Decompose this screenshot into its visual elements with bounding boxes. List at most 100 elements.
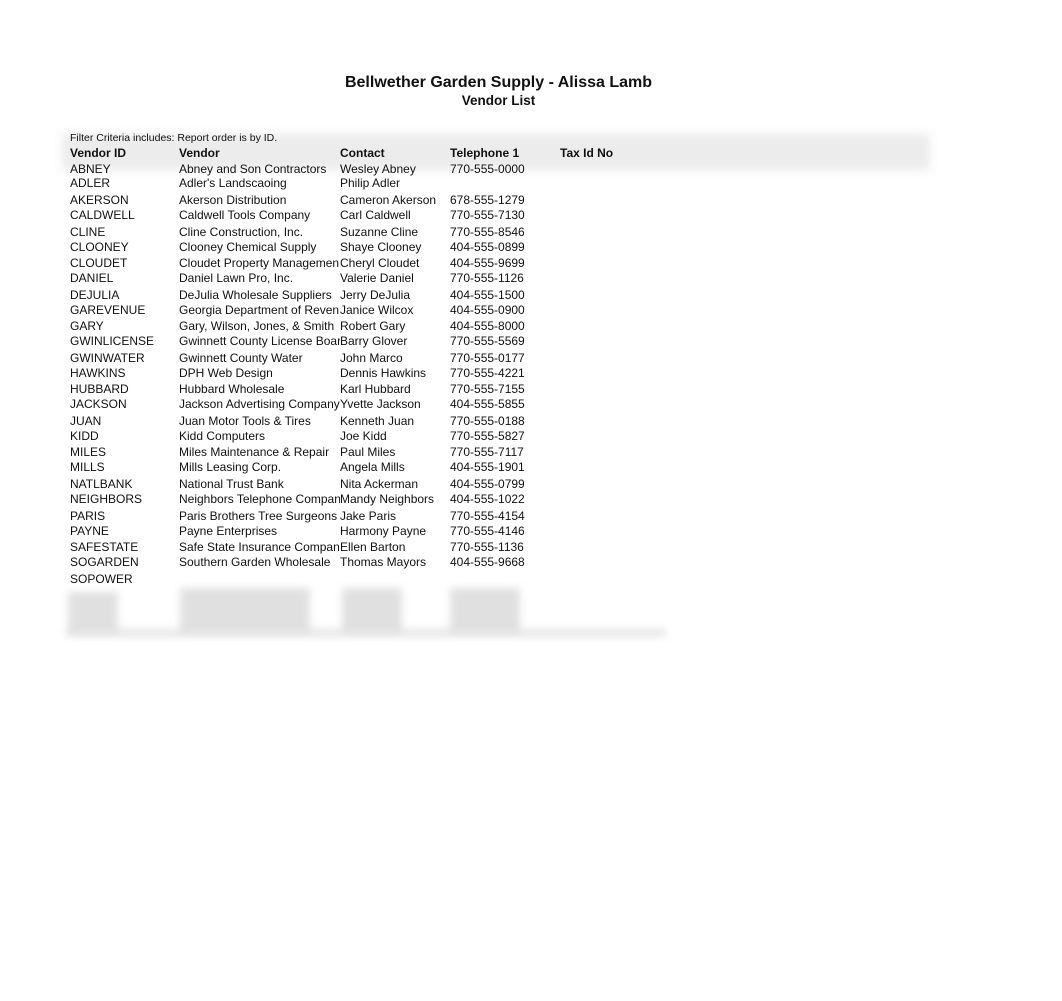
contact-cell: Joe Kidd bbox=[340, 429, 387, 443]
telephone-cell: 404-555-0899 bbox=[450, 240, 525, 254]
blurred-block bbox=[180, 588, 310, 632]
vendor-id-cell: ABNEY bbox=[70, 162, 111, 176]
table-row: DEJULIA DeJulia Wholesale Suppliers Jerry … bbox=[70, 288, 690, 303]
vendor-name-cell: Mills Leasing Corp. bbox=[179, 460, 282, 474]
vendor-name-cell: Gwinnett County License Boar bbox=[179, 334, 340, 348]
table-row: CALDWELL Caldwell Tools Company Carl Caldw… bbox=[70, 208, 690, 223]
telephone-cell: 404-555-5855 bbox=[450, 397, 525, 411]
vendor-name-cell: Gary, Wilson, Jones, & Smith bbox=[179, 319, 335, 333]
vendor-name-cell: Daniel Lawn Pro, Inc. bbox=[179, 271, 294, 285]
table-row: GWINWATER Gwinnett County Water John Marco… bbox=[70, 351, 690, 366]
vendor-id-cell: SAFESTATE bbox=[70, 540, 139, 554]
table-row: NEIGHBORS Neighbors Telephone Compan Mandy… bbox=[70, 492, 690, 507]
vendor-id-cell: MILES bbox=[70, 445, 107, 459]
contact-cell: Yvette Jackson bbox=[340, 397, 421, 411]
table-row: HUBBARD Hubbard Wholesale Karl Hubbard 770-… bbox=[70, 382, 690, 397]
contact-cell: Dennis Hawkins bbox=[340, 366, 427, 380]
table-row: ABNEY Abney and Son Contractors Wesley Abn… bbox=[70, 162, 690, 177]
vendor-name-cell: Juan Motor Tools & Tires bbox=[179, 414, 311, 428]
telephone-cell: 404-555-1022 bbox=[450, 492, 525, 506]
blurred-rows bbox=[62, 586, 672, 642]
contact-cell: Wesley Abney bbox=[340, 162, 416, 176]
vendor-name-cell: Adler's Landscaoing bbox=[179, 176, 287, 190]
table-row: AKERSON Akerson Distribution Cameron Akers… bbox=[70, 193, 690, 208]
column-header-vendor-id: Vendor ID bbox=[70, 146, 127, 160]
contact-cell: Janice Wilcox bbox=[340, 303, 414, 317]
table-row: GWINLICENSE Gwinnett County License Boar B… bbox=[70, 334, 690, 349]
vendor-id-cell: GWINWATER bbox=[70, 351, 145, 365]
vendor-id-cell: PAYNE bbox=[70, 524, 109, 538]
vendor-id-cell: ADLER bbox=[70, 176, 111, 190]
vendor-id-cell: SOGARDEN bbox=[70, 555, 139, 569]
telephone-cell: 770-555-7117 bbox=[450, 445, 524, 459]
blurred-block bbox=[450, 588, 520, 632]
vendor-name-cell: National Trust Bank bbox=[179, 477, 284, 491]
contact-cell: John Marco bbox=[340, 351, 403, 365]
table-row: SOGARDEN Southern Garden Wholesale Thomas … bbox=[70, 555, 690, 570]
telephone-cell: 404-555-9699 bbox=[450, 256, 525, 270]
vendor-id-cell: JUAN bbox=[70, 414, 102, 428]
vendor-name-cell: Cloudet Property Managemen bbox=[179, 256, 340, 270]
vendor-name-cell: Cline Construction, Inc. bbox=[179, 225, 304, 239]
vendor-id-cell: HAWKINS bbox=[70, 366, 126, 380]
contact-cell: Kenneth Juan bbox=[340, 414, 415, 428]
contact-cell: Carl Caldwell bbox=[340, 208, 411, 222]
contact-cell: Robert Gary bbox=[340, 319, 406, 333]
contact-cell: Suzanne Cline bbox=[340, 225, 419, 239]
telephone-cell: 404-555-8000 bbox=[450, 319, 525, 333]
telephone-cell: 404-555-0799 bbox=[450, 477, 525, 491]
vendor-id-cell: SOPOWER bbox=[70, 572, 133, 586]
telephone-cell: 770-555-5569 bbox=[450, 334, 525, 348]
telephone-cell: 770-555-0000 bbox=[450, 162, 525, 176]
contact-cell: Jerry DeJulia bbox=[340, 288, 411, 302]
table-row: KIDD Kidd Computers Joe Kidd 770-555-5827 bbox=[70, 429, 690, 444]
table-row: MILLS Mills Leasing Corp. Angela Mills 404-… bbox=[70, 460, 690, 475]
vendor-id-cell: NEIGHBORS bbox=[70, 492, 143, 506]
blurred-block bbox=[66, 630, 666, 636]
vendor-id-cell: GARY bbox=[70, 319, 104, 333]
vendor-id-cell: NATLBANK bbox=[70, 477, 133, 491]
table-row: GARY Gary, Wilson, Jones, & Smith Robert G… bbox=[70, 319, 690, 334]
vendor-name-cell: Jackson Advertising Company bbox=[179, 397, 340, 411]
table-row: MILES Miles Maintenance & Repair Paul Mile… bbox=[70, 445, 690, 460]
table-row: PARIS Paris Brothers Tree Surgeons Jake Pa… bbox=[70, 509, 690, 524]
table-row: JACKSON Jackson Advertising Company Yvette… bbox=[70, 397, 690, 412]
table-row: HAWKINS DPH Web Design Dennis Hawkins 770-5… bbox=[70, 366, 690, 381]
vendor-id-cell: JACKSON bbox=[70, 397, 127, 411]
vendor-id-cell: HUBBARD bbox=[70, 382, 129, 396]
telephone-cell: 770-555-4146 bbox=[450, 524, 525, 538]
vendor-id-cell: PARIS bbox=[70, 509, 106, 523]
report-title: Bellwether Garden Supply - Alissa Lamb bbox=[344, 74, 653, 91]
contact-cell: Barry Glover bbox=[340, 334, 408, 348]
filter-criteria: Filter Criteria includes: Report order i… bbox=[70, 132, 278, 144]
telephone-cell: 770-555-4154 bbox=[450, 509, 525, 523]
vendor-id-cell: DANIEL bbox=[70, 271, 114, 285]
vendor-id-cell: CLOUDET bbox=[70, 256, 128, 270]
telephone-cell: 770-555-0188 bbox=[450, 414, 525, 428]
column-header-tax-id: Tax Id No bbox=[560, 146, 614, 160]
vendor-id-cell: KIDD bbox=[70, 429, 99, 443]
contact-cell: Nita Ackerman bbox=[340, 477, 419, 491]
table-row: CLOUDET Cloudet Property Managemen Cheryl … bbox=[70, 256, 690, 271]
column-header-contact: Contact bbox=[340, 146, 385, 160]
table-row: SAFESTATE Safe State Insurance Compan Elle… bbox=[70, 540, 690, 555]
column-header-telephone: Telephone 1 bbox=[450, 146, 520, 160]
telephone-cell: 404-555-0900 bbox=[450, 303, 525, 317]
contact-cell: Ellen Barton bbox=[340, 540, 406, 554]
blurred-block bbox=[68, 592, 118, 632]
vendor-id-cell: MILLS bbox=[70, 460, 105, 474]
telephone-cell: 770-555-1126 bbox=[450, 271, 524, 285]
vendor-name-cell: Abney and Son Contractors bbox=[179, 162, 327, 176]
vendor-id-cell: DEJULIA bbox=[70, 288, 120, 302]
telephone-cell: 770-555-0177 bbox=[450, 351, 525, 365]
contact-cell: Mandy Neighbors bbox=[340, 492, 435, 506]
contact-cell: Paul Miles bbox=[340, 445, 396, 459]
telephone-cell: 770-555-1136 bbox=[450, 540, 524, 554]
table-row: CLOONEY Clooney Chemical Supply Shaye Cloo… bbox=[70, 240, 690, 255]
blurred-block bbox=[342, 588, 402, 632]
table-row: SOPOWER bbox=[70, 572, 690, 587]
table-row: PAYNE Payne Enterprises Harmony Payne 770-5… bbox=[70, 524, 690, 539]
table-row: ADLER Adler's Landscaoing Philip Adler bbox=[70, 176, 690, 191]
telephone-cell: 404-555-9668 bbox=[450, 555, 525, 569]
report-subtitle: Vendor List bbox=[461, 93, 536, 108]
